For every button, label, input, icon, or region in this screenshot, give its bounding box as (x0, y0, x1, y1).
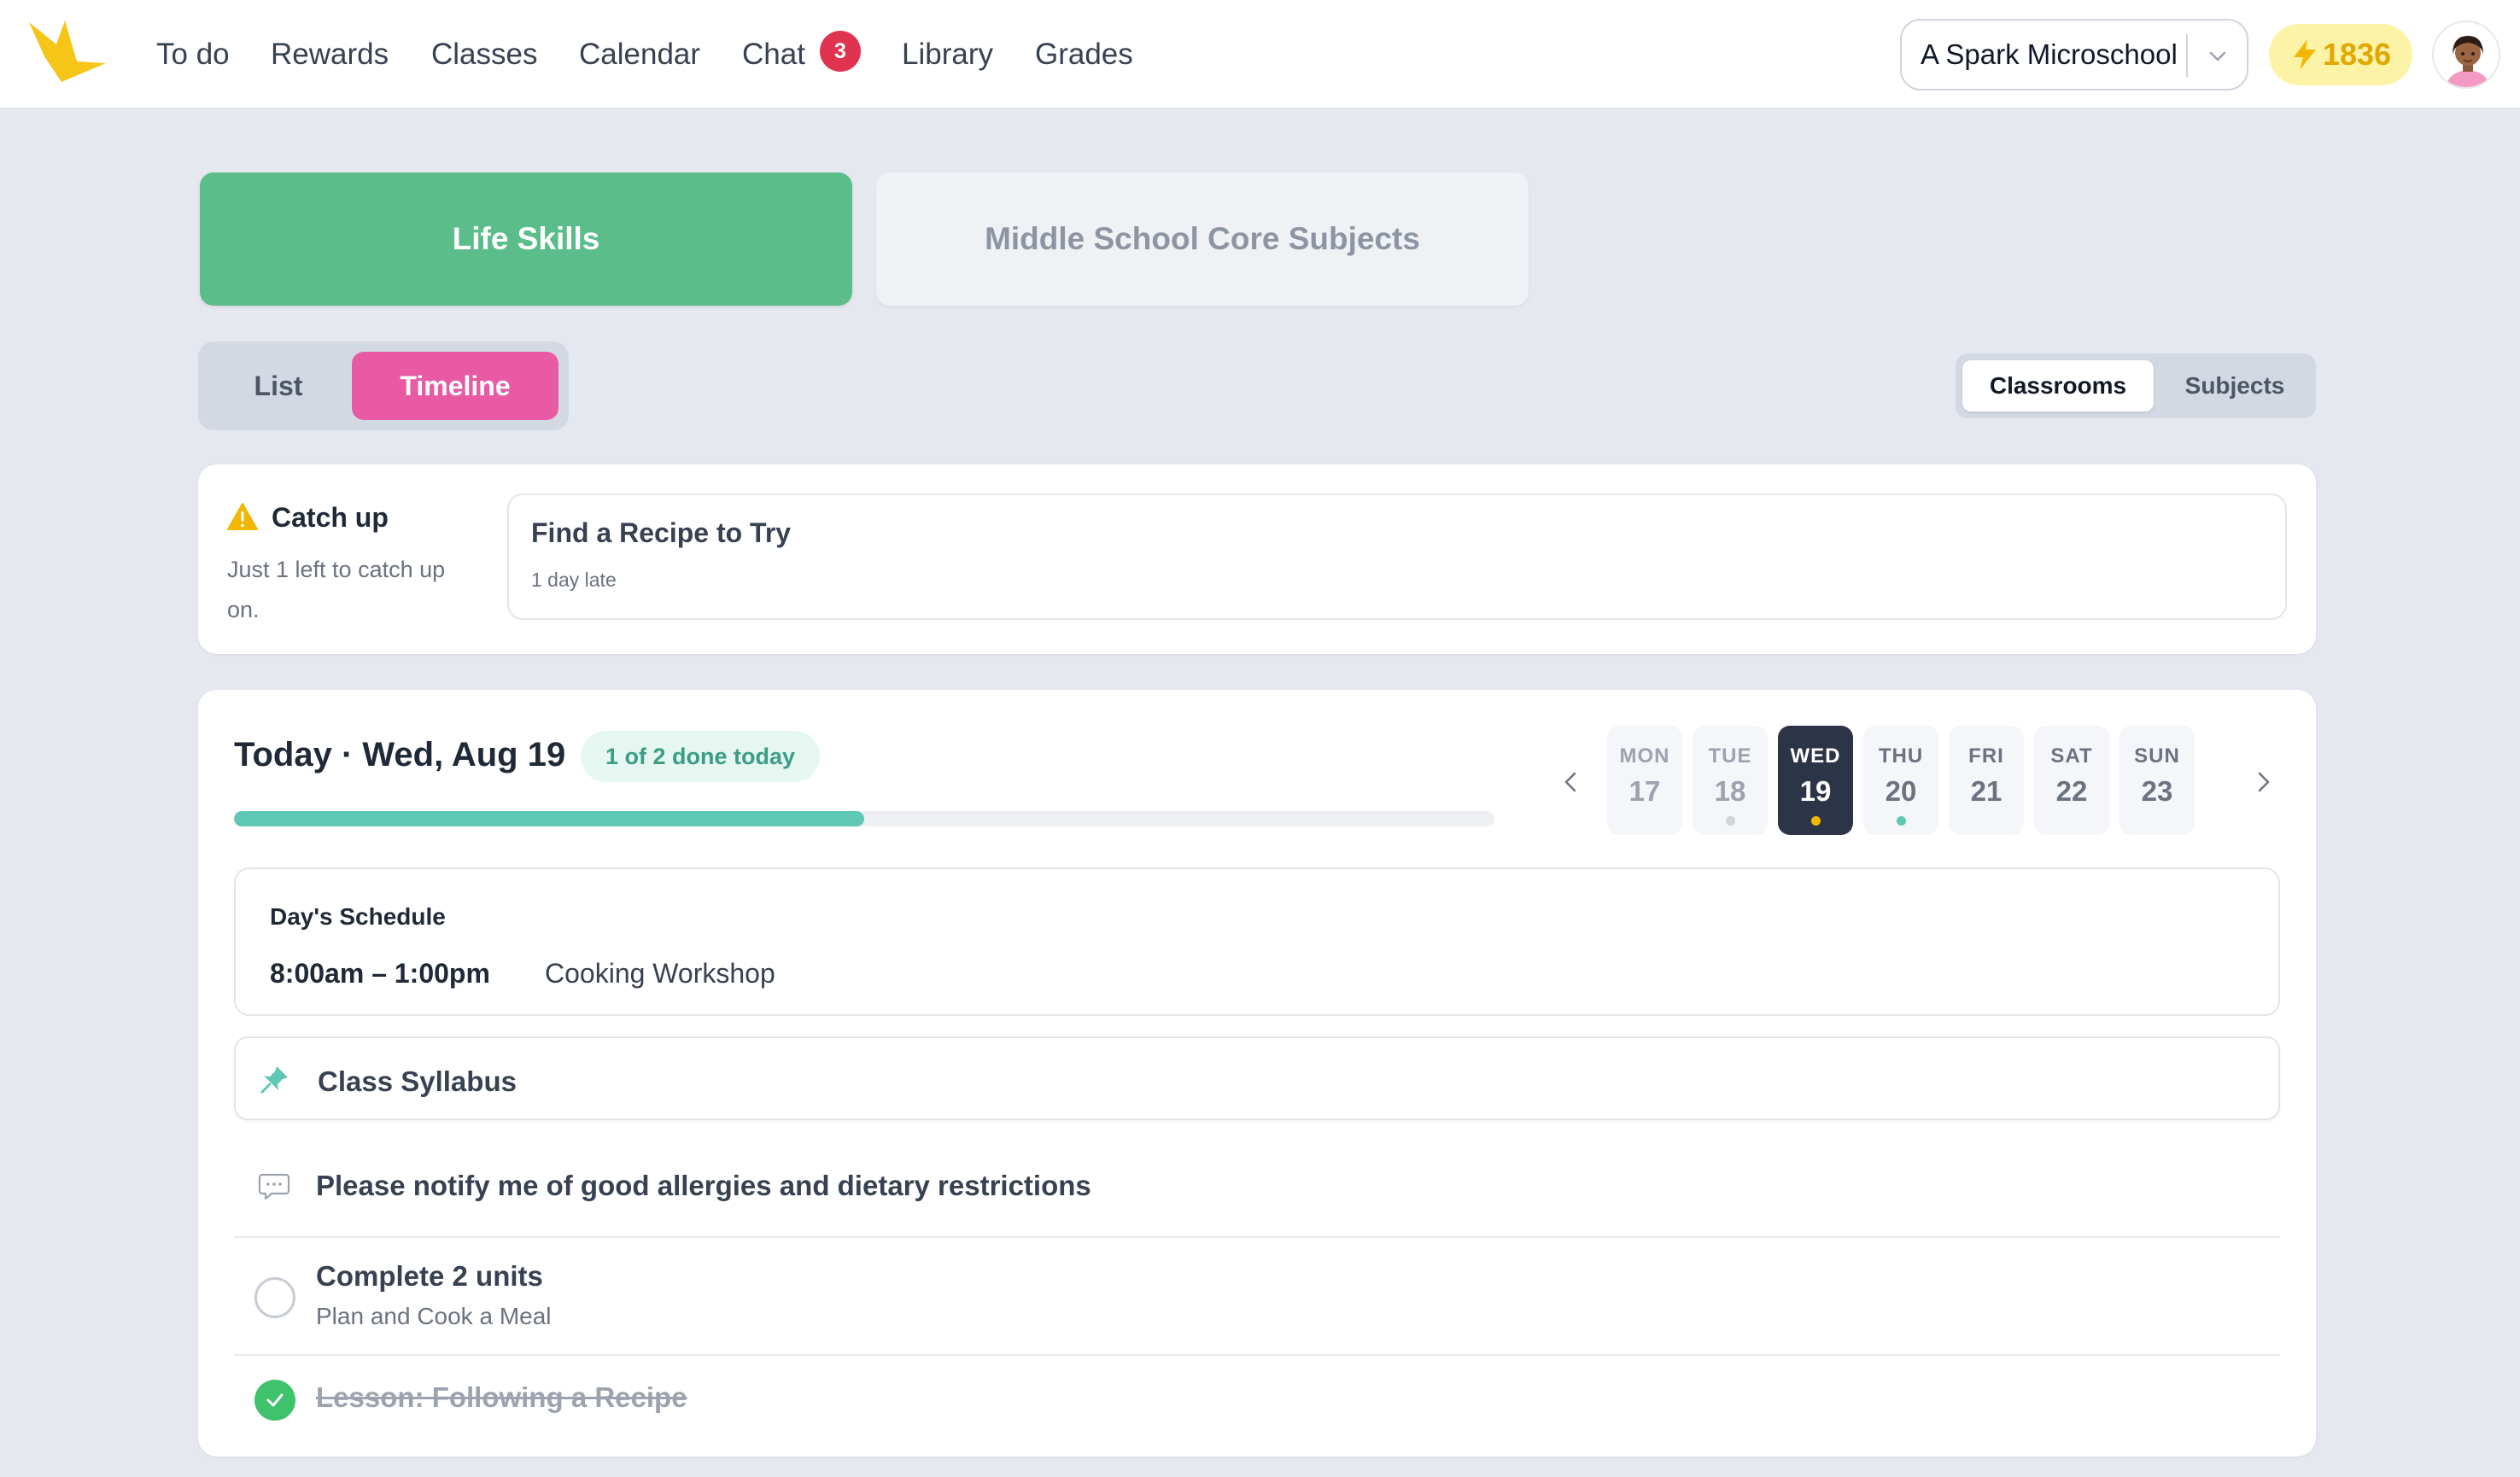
grouping-toggle: Classrooms Subjects (1956, 353, 2316, 418)
warning-icon (227, 503, 258, 530)
classrooms-button[interactable]: Classrooms (1962, 360, 2154, 412)
day-number: 22 (2055, 775, 2088, 807)
task-row[interactable]: Complete 2 units Plan and Cook a Meal (234, 1238, 2280, 1356)
day-name: SAT (2050, 744, 2093, 768)
day-wed[interactable]: WED 19 (1778, 726, 1853, 835)
chevron-right-icon[interactable] (2244, 763, 2282, 801)
points-badge[interactable]: 1836 (2269, 24, 2412, 85)
lightning-icon (2293, 39, 2316, 70)
day-name: FRI (1968, 744, 2004, 768)
nav-todo[interactable]: To do (156, 32, 230, 77)
day-fri[interactable]: FRI 21 (1949, 726, 2024, 835)
task-checkbox[interactable] (254, 1277, 295, 1318)
nav-chat[interactable]: Chat (742, 32, 805, 77)
day-number: 21 (1970, 775, 2003, 807)
today-card: Today · Wed, Aug 19 1 of 2 done today MO… (198, 690, 2316, 1457)
day-activity-dot (1810, 816, 1821, 826)
schedule-time: 8:00am – 1:00pm (270, 958, 490, 989)
timeline-view-button[interactable]: Timeline (352, 352, 558, 420)
catch-up-title: Catch up (272, 502, 389, 533)
day-name: TUE (1708, 744, 1752, 768)
day-name: WED (1790, 744, 1841, 768)
chat-bubble-icon (258, 1173, 290, 1200)
user-avatar[interactable] (2432, 20, 2500, 89)
announcement-text: Please notify me of good allergies and d… (316, 1170, 1091, 1201)
day-number: 18 (1714, 775, 1746, 807)
school-selector-label: A Spark Microschool (1921, 38, 2178, 70)
class-syllabus-item[interactable]: Class Syllabus (234, 1036, 2280, 1120)
chevron-left-icon[interactable] (1552, 763, 1590, 801)
completed-checkbox[interactable] (254, 1380, 295, 1421)
catch-up-description: Just 1 left to catch up on. (227, 557, 446, 622)
day-number: 20 (1885, 775, 1917, 807)
day-name: MON (1619, 744, 1670, 768)
done-today-badge: 1 of 2 done today (581, 731, 820, 782)
completed-task-row[interactable]: Lesson: Following a Recipe (234, 1356, 2280, 1441)
today-title: Today · Wed, Aug 19 (234, 736, 566, 774)
points-value: 1836 (2322, 37, 2392, 72)
day-mon[interactable]: MON 17 (1607, 726, 1682, 835)
nav-grades[interactable]: Grades (1035, 32, 1133, 77)
day-thu[interactable]: THU 20 (1863, 726, 1938, 835)
chat-unread-badge: 3 (820, 31, 861, 72)
day-number: 19 (1799, 775, 1832, 807)
class-syllabus-label: Class Syllabus (318, 1065, 517, 1097)
nav-calendar[interactable]: Calendar (579, 32, 700, 77)
nav-library[interactable]: Library (902, 32, 993, 77)
day-sun[interactable]: SUN 23 (2119, 726, 2195, 835)
task-title: Complete 2 units (316, 1260, 543, 1292)
schedule-event-name: Cooking Workshop (545, 958, 775, 989)
day-activity-dot (1725, 816, 1735, 826)
spark-logo-icon[interactable] (27, 19, 108, 84)
school-selector[interactable]: A Spark Microschool (1900, 19, 2248, 90)
daily-progress-bar (234, 811, 1494, 826)
days-schedule: Day's Schedule 8:00am – 1:00pm Cooking W… (234, 867, 2280, 1016)
day-number: 17 (1628, 775, 1661, 807)
program-tab-life-skills[interactable]: Life Skills (200, 172, 852, 306)
day-activity-dot (1896, 816, 1906, 826)
program-tab-core-subjects[interactable]: Middle School Core Subjects (876, 172, 1529, 306)
announcement-row[interactable]: Please notify me of good allergies and d… (234, 1134, 2280, 1238)
view-toggle: List Timeline (198, 342, 569, 430)
avatar-icon (2434, 22, 2499, 87)
day-sat[interactable]: SAT 22 (2034, 726, 2109, 835)
nav-rewards[interactable]: Rewards (271, 32, 389, 77)
daily-progress-fill (234, 811, 864, 826)
subjects-button[interactable]: Subjects (2160, 360, 2309, 412)
nav-classes[interactable]: Classes (431, 32, 537, 77)
top-navigation-bar: To do Rewards Classes Calendar Chat 3 Li… (0, 0, 2520, 109)
day-number: 23 (2141, 775, 2173, 807)
catch-up-card: Catch up Just 1 left to catch up on. Fin… (198, 464, 2316, 654)
pin-icon (260, 1066, 288, 1094)
completed-task-title: Lesson: Following a Recipe (316, 1381, 687, 1413)
catch-up-item-title: Find a Recipe to Try (531, 517, 792, 548)
chevron-down-icon (2209, 51, 2226, 61)
catch-up-item[interactable]: Find a Recipe to Try 1 day late (507, 493, 2287, 620)
day-tue[interactable]: TUE 18 (1693, 726, 1768, 835)
checkmark-icon (266, 1393, 284, 1407)
day-name: THU (1878, 744, 1924, 768)
schedule-title: Day's Schedule (270, 903, 446, 930)
task-subtitle: Plan and Cook a Meal (316, 1303, 552, 1329)
catch-up-item-status: 1 day late (531, 569, 617, 591)
day-name: SUN (2134, 744, 2180, 768)
list-view-button[interactable]: List (208, 352, 348, 420)
school-selector-divider (2186, 34, 2188, 77)
